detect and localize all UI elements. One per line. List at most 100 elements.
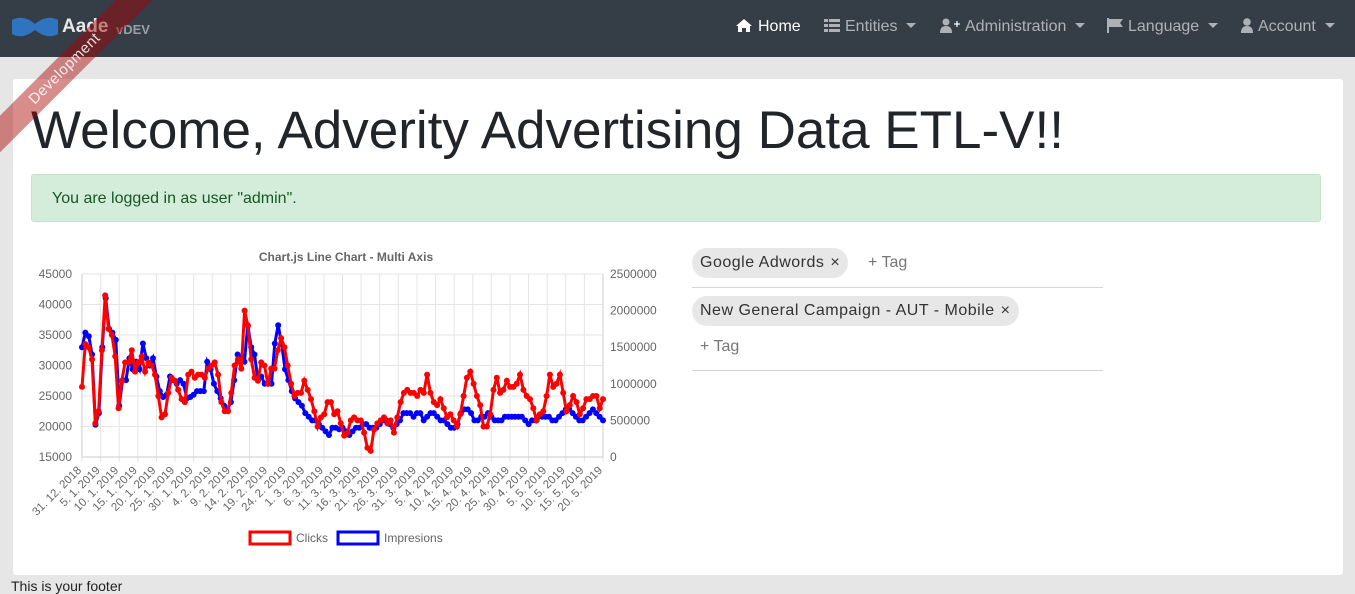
- data-point: [125, 359, 132, 366]
- data-point: [200, 388, 207, 395]
- data-point: [171, 377, 178, 384]
- data-point: [530, 405, 537, 412]
- data-point: [387, 417, 394, 424]
- data-point: [281, 344, 288, 351]
- y-right-tick-label: 0: [610, 450, 617, 464]
- data-point: [112, 353, 119, 360]
- y-axis-left: 15000 20000 25000 30000 35000 40000 45000: [39, 267, 73, 464]
- data-point: [500, 386, 507, 393]
- data-point: [218, 399, 225, 406]
- data-point: [600, 417, 606, 424]
- data-point: [397, 399, 404, 406]
- data-point: [371, 426, 377, 433]
- data-point: [115, 405, 122, 412]
- tag-chip-google-adwords: Google Adwords ×: [692, 248, 849, 278]
- line-chart: Chart.js Line Chart - Multi Axis 15000 20…: [30, 250, 657, 546]
- chart-legend: Clicks Impresions: [248, 530, 443, 546]
- data-point: [135, 359, 142, 366]
- data-point: [254, 377, 261, 384]
- data-point: [493, 374, 500, 381]
- nav-administration-label: Administration: [965, 18, 1067, 35]
- add-tag-input[interactable]: + Tag: [700, 338, 739, 356]
- data-point: [148, 362, 155, 369]
- data-point: [434, 402, 441, 409]
- data-point: [165, 389, 172, 396]
- chart-title: Chart.js Line Chart - Multi Axis: [259, 250, 434, 264]
- data-point: [450, 417, 457, 424]
- data-point: [427, 389, 434, 396]
- data-point: [556, 371, 563, 378]
- data-point: [463, 374, 470, 381]
- y-left-tick-label: 45000: [39, 267, 73, 281]
- y-left-tick-label: 30000: [39, 359, 73, 373]
- legend-swatch-clicks[interactable]: [248, 530, 292, 546]
- data-point: [314, 423, 321, 430]
- data-point: [580, 405, 587, 412]
- data-point: [284, 362, 291, 369]
- data-point: [98, 347, 105, 354]
- user-icon: [1241, 18, 1253, 33]
- data-point: [118, 377, 125, 384]
- data-point: [527, 396, 533, 403]
- nav-account-label: Account: [1258, 18, 1316, 35]
- data-point: [473, 393, 480, 399]
- data-point: [211, 359, 218, 366]
- tag-chip-label: Google Adwords: [700, 254, 825, 271]
- data-point: [238, 365, 245, 372]
- footer-text: This is your footer: [11, 578, 123, 594]
- nav-entities[interactable]: Entities: [824, 18, 917, 36]
- data-point: [244, 322, 251, 329]
- data-point: [288, 380, 295, 387]
- data-point: [261, 362, 268, 369]
- data-point: [600, 396, 606, 403]
- close-icon[interactable]: ×: [1001, 296, 1011, 326]
- data-point: [563, 408, 570, 415]
- data-point: [487, 411, 494, 418]
- chevron-down-icon: [1075, 23, 1086, 28]
- y-left-tick-label: 25000: [39, 389, 73, 403]
- y-left-tick-label: 35000: [39, 328, 73, 342]
- data-point: [188, 368, 195, 375]
- data-point: [593, 393, 600, 399]
- data-point: [301, 377, 308, 384]
- data-point: [162, 411, 168, 418]
- x-axis: 31. 12. 20185. 1. 201910. 1. 201915. 1. …: [30, 465, 605, 519]
- data-point: [89, 356, 95, 363]
- data-point: [420, 389, 427, 396]
- data-point: [264, 380, 271, 387]
- data-point: [553, 380, 560, 387]
- data-point: [570, 393, 577, 399]
- data-point: [108, 332, 115, 338]
- data-point: [278, 335, 285, 342]
- nav-account[interactable]: Account: [1241, 18, 1335, 36]
- nav-language-label: Language: [1128, 18, 1200, 35]
- data-point: [274, 347, 281, 354]
- y-axis-right: 0 500000 1000000 1500000 2000000 2500000: [610, 267, 657, 464]
- tag-chip-campaign: New General Campaign - AUT - Mobile ×: [692, 296, 1019, 326]
- data-point: [543, 393, 550, 399]
- close-icon[interactable]: ×: [830, 248, 840, 278]
- nav-home[interactable]: Home: [735, 18, 801, 36]
- legend-label-clicks[interactable]: Clicks: [296, 531, 328, 545]
- data-point: [337, 420, 344, 427]
- data-point: [105, 325, 112, 332]
- data-point: [454, 423, 460, 430]
- data-point: [215, 371, 222, 378]
- legend-label-impressions[interactable]: Impresions: [384, 531, 443, 545]
- y-left-tick-label: 20000: [39, 420, 73, 434]
- data-point: [470, 380, 477, 387]
- data-point: [546, 371, 553, 378]
- y-right-tick-label: 1500000: [610, 340, 657, 354]
- nav-language[interactable]: Language: [1107, 18, 1219, 36]
- data-point: [381, 414, 387, 421]
- data-point: [298, 402, 305, 409]
- chevron-down-icon: [1208, 23, 1219, 28]
- data-point: [417, 410, 424, 417]
- data-point: [304, 386, 311, 393]
- legend-swatch-impressions[interactable]: [336, 530, 380, 546]
- data-point: [231, 362, 238, 369]
- data-point: [467, 368, 474, 375]
- add-tag-input[interactable]: + Tag: [868, 254, 907, 272]
- chevron-down-icon: [906, 23, 917, 28]
- nav-administration[interactable]: Administration: [940, 18, 1086, 36]
